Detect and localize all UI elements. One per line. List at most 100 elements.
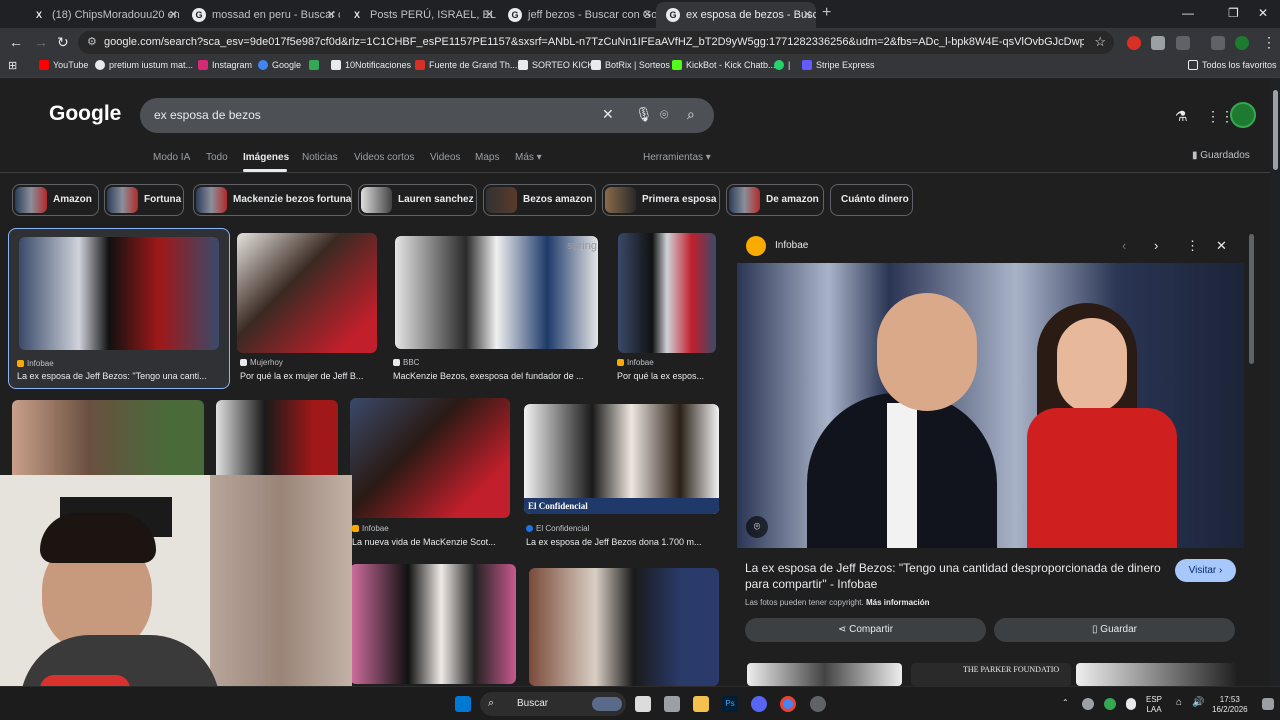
google-logo[interactable]: Google <box>49 102 121 126</box>
close-icon[interactable]: ✕ <box>485 2 494 28</box>
bookmark-youtube[interactable]: YouTube <box>39 60 88 70</box>
close-icon[interactable]: ✕ <box>327 2 336 28</box>
labs-flask-icon[interactable]: ⚗ <box>1175 108 1188 125</box>
tab-noticias[interactable]: Noticias <box>302 152 338 163</box>
back-arrow-icon[interactable]: ← <box>9 34 23 50</box>
volume-icon[interactable]: 🔊 <box>1192 698 1204 708</box>
bookmark-botrix[interactable]: BotRix | Sorteos <box>591 60 670 70</box>
close-icon[interactable]: ✕ <box>643 2 652 28</box>
save-button[interactable]: ▯ Guardar <box>994 618 1235 642</box>
tab-2[interactable]: G mossad en peru - Buscar con G ✕ <box>182 2 340 28</box>
site-info-icon[interactable]: ⚙ <box>87 35 97 48</box>
result-card[interactable] <box>12 400 204 480</box>
result-card[interactable]: El Confidencial El Confidencial La ex es… <box>522 402 720 548</box>
bookmark-grand-theft[interactable]: Fuente de Grand Th... <box>415 60 517 70</box>
next-chevron-icon[interactable]: › <box>1154 238 1158 253</box>
result-image[interactable] <box>350 564 516 684</box>
clear-icon[interactable]: ✕ <box>602 106 614 123</box>
more-info-link[interactable]: Más información <box>866 598 930 607</box>
media-icon[interactable] <box>1211 36 1225 50</box>
all-bookmarks-folder[interactable]: Todos los favoritos <box>1188 60 1277 70</box>
bookmark-whatsapp[interactable]: | <box>774 60 790 70</box>
new-tab-button[interactable]: + <box>822 4 831 22</box>
chip-primera-esposa[interactable]: Primera esposa <box>602 184 720 216</box>
close-icon[interactable]: ✕ <box>169 2 178 28</box>
tab-1[interactable]: X (18) ChipsMoradouu20 en X: "r ✕ <box>22 2 182 28</box>
chip-mackenzie-bezos-fortuna[interactable]: Mackenzie bezos fortuna <box>193 184 352 216</box>
result-title[interactable]: Por qué la ex mujer de Jeff B... <box>240 371 376 381</box>
related-image[interactable] <box>1076 663 1236 686</box>
restore-icon[interactable]: ❐ <box>1228 6 1239 20</box>
notifications-icon[interactable] <box>1262 698 1274 710</box>
result-title[interactable]: MacKenzie Bezos, exesposa del fundador d… <box>393 371 598 381</box>
profile-avatar-icon[interactable] <box>1235 36 1249 50</box>
close-icon[interactable]: ✕ <box>803 2 812 28</box>
result-title[interactable]: La nueva vida de MacKenzie Scot... <box>352 537 510 547</box>
kebab-menu-icon[interactable]: ⋮ <box>1262 34 1276 51</box>
result-card[interactable]: spring BBC MacKenzie Bezos, exesposa del… <box>390 228 600 388</box>
related-image[interactable]: THE PARKER FOUNDATIO <box>911 663 1071 686</box>
minimize-icon[interactable]: — <box>1182 6 1194 20</box>
result-card[interactable]: Mujerhoy Por qué la ex mujer de Jeff B..… <box>236 228 378 388</box>
result-image[interactable] <box>618 233 716 353</box>
bookmark-sorteo-kick[interactable]: SORTEO KICK <box>518 60 593 70</box>
tab-3[interactable]: X Posts PERÚ, ISRAEL, EL MOSSAD ✕ <box>340 2 498 28</box>
page-scrollbar[interactable] <box>1270 78 1280 686</box>
account-avatar[interactable] <box>1230 102 1256 128</box>
tab-videos-cortos[interactable]: Videos cortos <box>354 152 414 163</box>
apps-grid-icon[interactable]: ⊞ <box>8 59 17 72</box>
result-card[interactable] <box>529 568 719 686</box>
result-card[interactable]: Infobae La nueva vida de MacKenzie Scot.… <box>350 398 512 548</box>
result-card[interactable]: Infobae Por qué la ex espos... <box>614 228 718 388</box>
tab-4[interactable]: G jeff bezos - Buscar con Google ✕ <box>498 2 656 28</box>
bookmark-google[interactable]: Google <box>258 60 301 70</box>
app-icon[interactable] <box>664 696 680 712</box>
chip-lauren-sanchez[interactable]: Lauren sanchez <box>358 184 477 216</box>
result-image[interactable]: El Confidencial <box>524 404 719 514</box>
result-title[interactable]: La ex esposa de Jeff Bezos dona 1.700 m.… <box>526 537 718 547</box>
microphone-tray-icon[interactable] <box>1126 698 1136 710</box>
related-image[interactable] <box>747 663 902 686</box>
address-bar[interactable]: ⚙ google.com/search?sca_esv=9de017f5e987… <box>78 31 1114 54</box>
result-card[interactable] <box>350 564 516 684</box>
result-image[interactable] <box>12 400 204 480</box>
clock[interactable]: 17:53 16/2/2026 <box>1212 695 1248 715</box>
more-options-icon[interactable]: ⋮ <box>1186 238 1199 254</box>
taskbar-search[interactable]: ⌕ Buscar <box>480 692 626 716</box>
result-image[interactable]: spring <box>395 236 598 349</box>
tray-icon[interactable] <box>1104 698 1116 710</box>
lens-camera-icon[interactable]: ⌾ <box>660 106 668 123</box>
result-image[interactable] <box>350 398 510 518</box>
visit-button[interactable]: Visitar › <box>1175 559 1236 582</box>
windows-start-icon[interactable] <box>455 696 471 712</box>
previous-chevron-icon[interactable]: ‹ <box>1122 238 1126 253</box>
panel-title[interactable]: La ex esposa de Jeff Bezos: "Tengo una c… <box>745 560 1165 592</box>
bookmark-pretium[interactable]: pretium iustum mat... <box>95 60 193 70</box>
reload-icon[interactable]: ↻ <box>57 34 69 51</box>
result-card[interactable]: Infobae La ex esposa de Jeff Bezos: "Ten… <box>8 228 230 389</box>
search-icon[interactable]: ⌕ <box>687 106 695 123</box>
result-image[interactable] <box>19 237 219 350</box>
task-view-icon[interactable] <box>635 696 651 712</box>
result-image[interactable] <box>237 233 377 353</box>
tab-todo[interactable]: Todo <box>206 152 228 163</box>
panel-source-name[interactable]: Infobae <box>775 240 808 251</box>
chevron-up-icon[interactable]: ⌃ <box>1062 698 1069 708</box>
result-title[interactable]: Por qué la ex espos... <box>617 371 717 381</box>
tray-icon[interactable] <box>1082 698 1094 710</box>
app-icon[interactable] <box>810 696 826 712</box>
chip-amazon[interactable]: Amazon <box>12 184 99 216</box>
bookmark-kickbot[interactable]: KickBot - Kick Chatb... <box>672 60 776 70</box>
share-button[interactable]: ⋖ Compartir <box>745 618 986 642</box>
discord-icon[interactable] <box>751 696 767 712</box>
lens-search-icon[interactable]: ⌾ <box>746 516 768 538</box>
bookmark-10notificaciones[interactable]: 10Notificaciones <box>331 60 411 70</box>
scrollbar-thumb[interactable] <box>1273 90 1278 170</box>
preview-image[interactable] <box>737 263 1244 548</box>
extension-icon[interactable] <box>1151 36 1165 50</box>
bookmark-instagram[interactable]: Instagram <box>198 60 252 70</box>
extensions-puzzle-icon[interactable] <box>1176 36 1190 50</box>
bookmark-stripe[interactable]: Stripe Express <box>802 60 875 70</box>
result-card[interactable] <box>216 400 338 480</box>
chip-de-amazon[interactable]: De amazon <box>726 184 824 216</box>
